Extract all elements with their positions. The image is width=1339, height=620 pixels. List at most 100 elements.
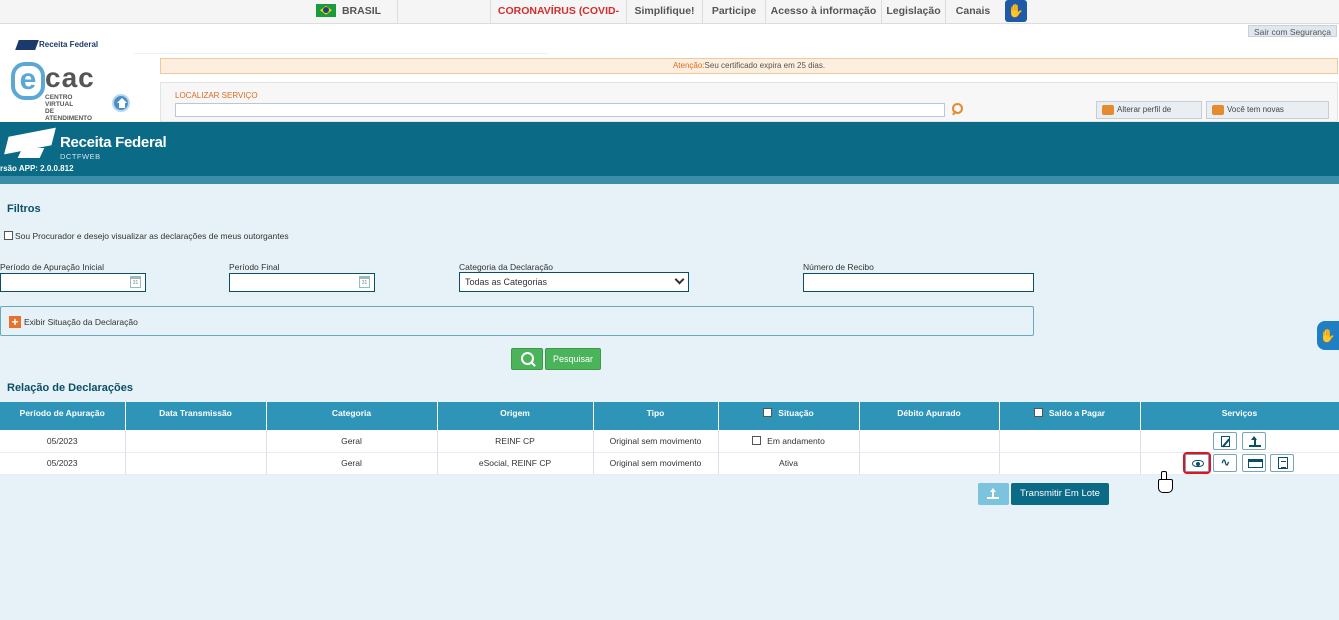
hand-sign-icon[interactable]: ✋ <box>1317 321 1339 350</box>
periodo-final-label: Período Final <box>229 262 280 272</box>
cell-data <box>125 430 267 453</box>
acesso-informacao-link[interactable]: Acesso à informação <box>766 0 882 23</box>
search-input[interactable] <box>175 103 945 117</box>
simplifique-link[interactable]: Simplifique! <box>627 0 703 23</box>
table-row: 05/2023 Geral REINF CP Original sem movi… <box>0 430 1339 453</box>
periodo-inicial-label: Período de Apuração Inicial <box>0 262 104 272</box>
retify-button[interactable]: ∿ <box>1213 454 1238 472</box>
recibo-button[interactable] <box>1270 454 1295 472</box>
header-blank-bar <box>134 42 548 54</box>
upload-icon <box>987 488 999 499</box>
exibir-situacao-link[interactable]: Exibir Situação da Declaração <box>24 317 138 327</box>
declaracoes-table: Período de Apuração Data Transmissão Cat… <box>0 402 1339 475</box>
table-row: 05/2023 Geral eSocial, REINF CP Original… <box>0 452 1339 475</box>
ecac-header: Sair com Segurança Receita Federal e cac… <box>0 24 1339 130</box>
envelope-icon <box>1212 105 1224 115</box>
col-servicos: Serviços <box>1140 402 1339 430</box>
covid-link[interactable]: CORONAVÍRUS (COVID-19) <box>490 0 627 39</box>
col-origem[interactable]: Origem <box>437 402 594 430</box>
ecac-cac-letters: cac <box>45 62 95 93</box>
gov-bar: BRASIL CORONAVÍRUS (COVID-19) Simplifiqu… <box>0 0 1339 39</box>
chevron-down-icon <box>674 274 685 285</box>
col-categoria[interactable]: Categoria <box>266 402 438 430</box>
brazil-flag-icon <box>315 3 336 17</box>
eye-icon <box>1191 460 1204 467</box>
upload-icon <box>1248 435 1261 447</box>
cell-categoria: Geral <box>266 452 438 475</box>
col-saldo[interactable]: Saldo a Pagar <box>999 402 1141 430</box>
procurador-option[interactable]: Sou Procurador e desejo visualizar as de… <box>4 231 289 241</box>
cell-data <box>125 452 267 475</box>
card-icon <box>1247 459 1263 468</box>
home-icon[interactable] <box>112 94 130 112</box>
mensagens-button[interactable]: Você tem novas mensagens <box>1206 101 1329 130</box>
cell-saldo <box>999 452 1141 475</box>
cell-tipo: Original sem movimento <box>593 452 719 475</box>
wave-icon: ∿ <box>1220 457 1230 469</box>
procurador-checkbox[interactable] <box>4 231 13 241</box>
cell-debito <box>859 452 1000 475</box>
filtros-title: Filtros <box>7 203 41 215</box>
search-icon-button[interactable] <box>511 348 543 370</box>
cell-servicos <box>1140 430 1339 453</box>
table-header-row: Período de Apuração Data Transmissão Cat… <box>0 402 1339 430</box>
dctfweb-banner: Receita Federal DCTFWEB rsão APP: 2.0.0.… <box>0 122 1339 176</box>
edit-button[interactable] <box>1213 431 1238 450</box>
transmit-button[interactable] <box>1241 431 1266 450</box>
receita-mark-icon <box>15 40 39 50</box>
view-button[interactable] <box>1182 452 1211 474</box>
col-data-transmissao[interactable]: Data Transmissão <box>125 402 267 430</box>
app-version: rsão APP: 2.0.0.812 <box>0 164 74 173</box>
banner-strip <box>0 176 1339 184</box>
search-label: LOCALIZAR SERVIÇO <box>175 91 258 100</box>
expand-plus-icon[interactable]: + <box>9 316 21 328</box>
categoria-select[interactable]: Todas as Categorias <box>459 272 689 292</box>
cell-saldo <box>999 430 1141 453</box>
sair-button[interactable]: Sair com Segurança <box>1247 25 1337 37</box>
cell-categoria: Geral <box>266 430 438 453</box>
relacao-title: Relação de Declarações <box>7 382 133 394</box>
upload-lote-button[interactable] <box>978 483 1009 505</box>
hand-sign-icon[interactable]: ✋ <box>1005 0 1027 22</box>
calendar-icon[interactable]: 31 <box>130 276 141 288</box>
search-panel: LOCALIZAR SERVIÇO Alterar perfil de aces… <box>160 82 1338 130</box>
saldo-header-checkbox[interactable] <box>1033 408 1043 418</box>
ecac-e-letter: e <box>11 62 45 100</box>
ecac-logo[interactable]: e cac CENTRO VIRTUAL DE ATENDIMENTO <box>11 62 101 122</box>
banner-subtitle: DCTFWEB <box>60 152 101 161</box>
periodo-final-input[interactable]: 31 <box>229 273 375 292</box>
calendar-icon[interactable]: 31 <box>359 276 370 288</box>
search-icon[interactable] <box>951 103 963 115</box>
edit-icon <box>1221 435 1231 447</box>
col-debito[interactable]: Débito Apurado <box>859 402 1000 430</box>
periodo-inicial-input[interactable]: 31 <box>0 273 146 292</box>
brasil-link[interactable]: BRASIL <box>300 0 398 23</box>
alterar-perfil-button[interactable]: Alterar perfil de acesso <box>1096 101 1202 130</box>
col-tipo[interactable]: Tipo <box>593 402 719 430</box>
cell-origem: REINF CP <box>437 430 594 453</box>
legislacao-link[interactable]: Legislação <box>882 0 946 23</box>
document-icon <box>1278 457 1289 469</box>
recibo-label: Número de Recibo <box>803 262 874 272</box>
canais-link[interactable]: Canais <box>946 0 1000 23</box>
pointer-cursor-icon <box>1157 471 1173 493</box>
situacao-panel: + Exibir Situação da Declaração <box>0 306 1034 336</box>
transmitir-lote-button[interactable]: Transmitir Em Lote <box>1011 483 1109 505</box>
people-icon <box>1102 105 1114 115</box>
cell-situacao: Ativa <box>718 452 860 475</box>
darf-button[interactable] <box>1241 454 1266 472</box>
receita-federal-logo-icon <box>8 128 58 160</box>
col-periodo[interactable]: Período de Apuração <box>0 402 126 430</box>
col-situacao[interactable]: Situação <box>718 402 860 430</box>
row-select-checkbox[interactable] <box>752 435 762 445</box>
recibo-input[interactable] <box>803 273 1034 292</box>
cell-situacao: Em andamento <box>718 430 860 453</box>
pesquisar-button[interactable]: Pesquisar <box>545 348 601 370</box>
situacao-header-checkbox[interactable] <box>763 408 773 418</box>
certificate-alert: Atenção:Seu certificado expira em 25 dia… <box>160 58 1338 74</box>
cell-periodo: 05/2023 <box>0 430 126 453</box>
cell-origem: eSocial, REINF CP <box>437 452 594 475</box>
categoria-label: Categoria da Declaração <box>459 262 554 272</box>
cell-tipo: Original sem movimento <box>593 430 719 453</box>
participe-link[interactable]: Participe <box>703 0 766 23</box>
